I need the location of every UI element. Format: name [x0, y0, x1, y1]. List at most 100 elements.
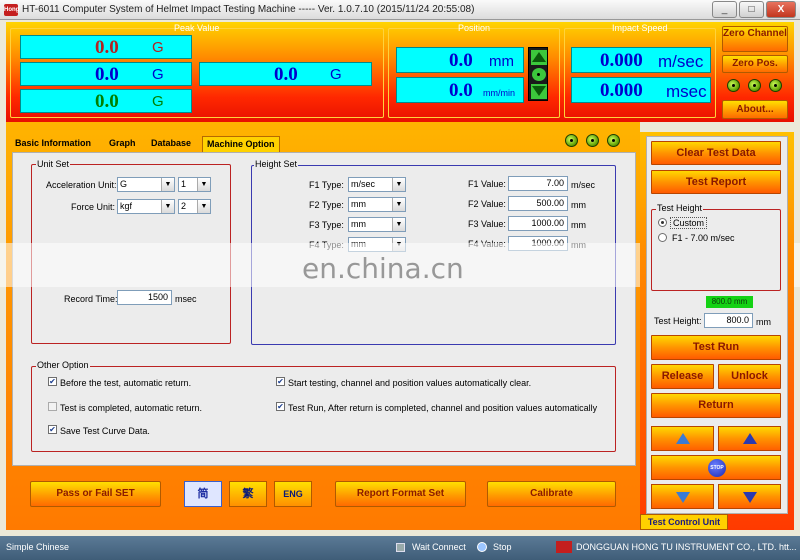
chevron-down-icon: ▼ — [197, 200, 210, 213]
auto-return-after-checkbox[interactable] — [48, 402, 57, 411]
f2-value-input[interactable]: 500.00 — [508, 196, 568, 211]
position-speed-value: 0.0 — [449, 80, 473, 101]
record-time-input[interactable]: 1500 — [117, 290, 172, 305]
acceleration-decimals-select[interactable]: 1 ▼ — [178, 177, 211, 192]
close-button[interactable]: X — [766, 1, 796, 18]
traditional-chinese-button[interactable]: 繁 — [229, 481, 267, 507]
minimize-button[interactable]: _ — [712, 1, 737, 18]
f1-value-input[interactable]: 7.00 — [508, 176, 568, 191]
status-led-icon — [565, 134, 578, 147]
tab-machine-option[interactable]: Machine Option — [202, 136, 280, 152]
arrow-up-icon — [676, 433, 690, 444]
arrow-up-icon — [532, 52, 546, 62]
pass-fail-set-button[interactable]: Pass or Fail SET — [30, 481, 161, 507]
jog-up-button[interactable] — [531, 50, 547, 65]
test-run-button[interactable]: Test Run — [651, 335, 781, 360]
stop-icon: STOP — [708, 459, 726, 477]
move-down-fast-button[interactable] — [718, 484, 781, 509]
f3-type-select[interactable]: mm ▼ — [348, 217, 406, 232]
custom-radio-label: Custom — [670, 217, 708, 229]
move-down-slow-button[interactable] — [651, 484, 714, 509]
auto-clear-return-checkbox[interactable]: ✔ — [276, 402, 285, 411]
jog-down-button[interactable] — [531, 84, 547, 99]
custom-radio[interactable] — [658, 218, 667, 227]
f3-unit: mm — [571, 220, 586, 230]
report-format-set-button[interactable]: Report Format Set — [335, 481, 466, 507]
impact-time-unit: msec — [666, 82, 707, 101]
tab-test-control-unit[interactable]: Test Control Unit — [640, 514, 728, 530]
force-unit-select[interactable]: kgf ▼ — [117, 199, 175, 214]
acceleration-unit-label: Acceleration Unit: — [46, 180, 117, 190]
arrow-up-icon — [743, 433, 757, 444]
simplified-chinese-button[interactable]: 简 — [184, 481, 222, 507]
position-speed-unit: mm/min — [483, 88, 515, 98]
status-led-icon — [769, 79, 782, 92]
peak-big-value: 0.0 — [274, 64, 298, 85]
tab-graph[interactable]: Graph — [105, 136, 140, 152]
force-decimals-select[interactable]: 2 ▼ — [178, 199, 211, 214]
english-button[interactable]: ENG — [274, 481, 312, 507]
clear-test-data-button[interactable]: Clear Test Data — [651, 141, 781, 165]
f2-type-select[interactable]: mm ▼ — [348, 197, 406, 212]
return-button[interactable]: Return — [651, 393, 781, 418]
zero-pos-button[interactable]: Zero Pos. — [722, 55, 788, 73]
tab-basic-information[interactable]: Basic Information — [11, 136, 95, 152]
f1-radio[interactable] — [658, 233, 667, 242]
chevron-down-icon: ▼ — [392, 218, 405, 231]
peak-readout-big: 0.0 G — [199, 62, 372, 86]
peak-value-3: 0.0 — [95, 91, 119, 112]
auto-clear-start-checkbox[interactable]: ✔ — [276, 377, 285, 386]
peak-value-title: Peak Value — [174, 23, 220, 33]
auto-return-before-checkbox[interactable]: ✔ — [48, 377, 57, 386]
speed-readout: 0.0 mm/min — [396, 77, 524, 103]
stop-status-icon — [477, 542, 487, 552]
f3-value-input[interactable]: 1000.00 — [508, 216, 568, 231]
connection-icon — [396, 543, 405, 552]
unit-set-title: Unit Set — [36, 159, 71, 169]
unlock-button[interactable]: Unlock — [718, 364, 781, 389]
f3-type-value: mm — [351, 219, 366, 229]
position-title: Position — [458, 23, 491, 33]
move-up-slow-button[interactable] — [651, 426, 714, 451]
f2-unit: mm — [571, 200, 586, 210]
force-unit-value: kgf — [120, 201, 133, 211]
zero-channel-button[interactable]: Zero Channel — [722, 26, 788, 52]
impact-speed-title: Impact Speed — [612, 23, 668, 33]
f1-type-label: F1 Type: — [309, 180, 344, 190]
f2-type-value: mm — [351, 199, 366, 209]
f1-radio-label: F1 - 7.00 m/sec — [672, 233, 735, 243]
auto-clear-return-label: Test Run, After return is completed, cha… — [288, 403, 598, 413]
peak-readout-3: 0.0 G — [20, 89, 192, 113]
position-readout: 0.0 mm — [396, 47, 524, 73]
status-led-icon — [586, 134, 599, 147]
app-logo-icon: Hong — [4, 4, 19, 16]
jog-stop-button[interactable] — [532, 68, 546, 81]
current-height-readout: 800.0 mm — [706, 296, 753, 308]
chevron-down-icon: ▼ — [392, 198, 405, 211]
jog-control — [528, 47, 548, 101]
watermark-text: en.china.cn — [302, 252, 464, 285]
calibrate-button[interactable]: Calibrate — [487, 481, 616, 507]
company-logo-icon — [556, 541, 572, 553]
maximize-button[interactable]: □ — [739, 1, 764, 18]
move-up-fast-button[interactable] — [718, 426, 781, 451]
wait-connect-status: Wait Connect — [412, 542, 466, 552]
tab-database[interactable]: Database — [147, 136, 195, 152]
impact-speed-value: 0.000 — [600, 50, 643, 71]
auto-clear-start-label: Start testing, channel and position valu… — [288, 378, 532, 388]
stop-status: Stop — [493, 542, 512, 552]
f1-unit: m/sec — [571, 180, 596, 190]
acceleration-unit-select[interactable]: G ▼ — [117, 177, 175, 192]
f3-type-label: F3 Type: — [309, 220, 344, 230]
release-button[interactable]: Release — [651, 364, 714, 389]
test-report-button[interactable]: Test Report — [651, 170, 781, 194]
about-button[interactable]: About... — [722, 100, 788, 119]
save-curve-checkbox[interactable]: ✔ — [48, 425, 57, 434]
impact-speed-unit: m/sec — [658, 52, 704, 71]
window-title: HT-6011 Computer System of Helmet Impact… — [22, 4, 475, 15]
arrow-down-icon — [743, 492, 757, 503]
f1-type-select[interactable]: m/sec ▼ — [348, 177, 406, 192]
f3-value-label: F3 Value: — [468, 219, 506, 229]
test-height-input[interactable]: 800.0 — [704, 313, 753, 328]
stop-button[interactable]: STOP — [651, 455, 781, 480]
